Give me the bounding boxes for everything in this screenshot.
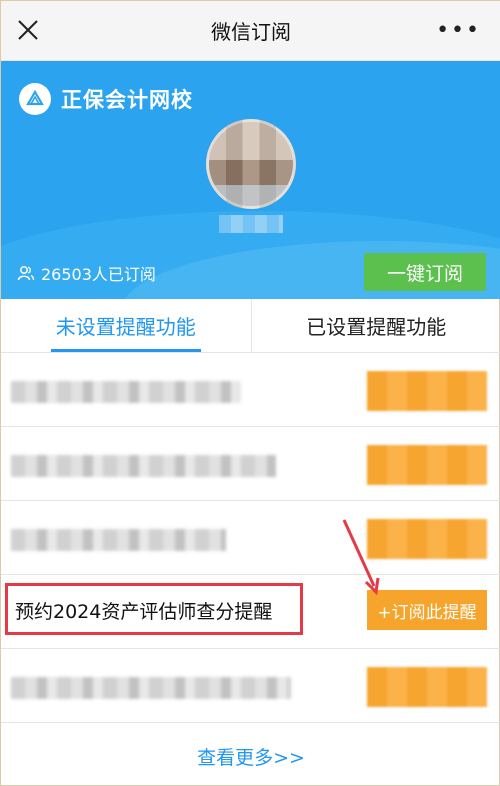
list-item-title-blurred [11,455,276,477]
view-more-link[interactable]: 查看更多>> [1,731,500,781]
list-item [1,427,500,501]
list-item-title-blurred [11,381,241,403]
top-navigation-bar: 微信订阅 ••• [1,1,500,61]
page-title: 微信订阅 [211,20,291,44]
list-item [1,501,500,575]
tab-set-reminders[interactable]: 已设置提醒功能 [250,299,500,352]
users-icon [17,266,35,281]
subscribe-button-blurred[interactable] [367,667,487,707]
subscribe-button-blurred[interactable] [367,371,487,411]
subscribe-reminder-button[interactable]: +订阅此提醒 [367,590,487,630]
reminder-list: 预约2024资产评估师查分提醒 +订阅此提醒 [1,353,500,723]
list-item-title-blurred [11,677,291,699]
subscriber-count: 26503人已订阅 [17,261,156,285]
list-item [1,649,500,723]
user-nickname-blurred [219,215,283,233]
account-banner: 正保会计网校 26503人已订阅 一键订阅 [1,61,500,299]
brand: 正保会计网校 [19,83,193,115]
brand-name: 正保会计网校 [61,88,193,112]
reminder-tabs: 未设置提醒功能 已设置提醒功能 [1,299,500,353]
avatar [206,119,296,209]
subscriber-count-text: 26503人已订阅 [41,265,156,284]
more-options-icon[interactable]: ••• [436,20,481,42]
list-item-title-blurred [11,529,226,551]
list-item: 预约2024资产评估师查分提醒 +订阅此提醒 [1,575,500,649]
list-item-title: 预约2024资产评估师查分提醒 [15,601,273,623]
tab-not-set-reminders[interactable]: 未设置提醒功能 [1,299,251,352]
subscribe-all-button[interactable]: 一键订阅 [364,253,486,291]
subscribe-button-blurred[interactable] [367,519,487,559]
close-icon[interactable] [17,19,39,41]
list-item [1,353,500,427]
brand-logo-icon [19,83,51,115]
subscribe-button-blurred[interactable] [367,445,487,485]
